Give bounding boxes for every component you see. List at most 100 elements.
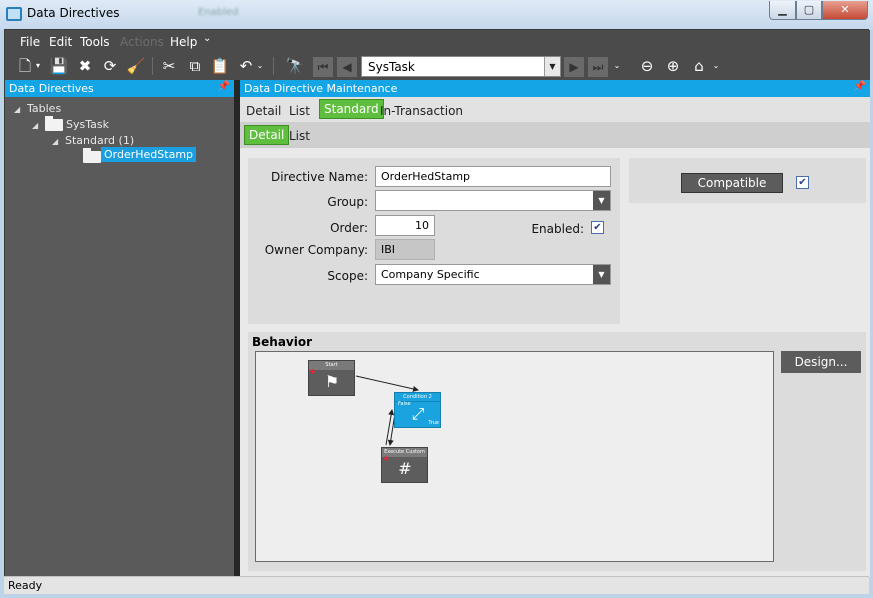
previous-record-icon[interactable]: ◀: [337, 57, 357, 77]
last-record-icon[interactable]: ⏭: [588, 57, 608, 77]
left-panel: Data Directives 📌 ◢ Tables ◢ SysTask ◢ S…: [5, 80, 234, 577]
enabled-checkbox[interactable]: ✔: [591, 221, 604, 234]
order-field[interactable]: 10: [375, 215, 435, 236]
expand-arrow-icon[interactable]: ◢: [52, 137, 58, 146]
status-text: Ready: [8, 579, 43, 592]
toolbar-separator: [273, 57, 274, 75]
first-record-icon[interactable]: ⏮: [313, 57, 333, 77]
directive-form: Directive Name: OrderHedStamp Group: ▼ O…: [248, 158, 620, 324]
subtab-detail[interactable]: Detail: [244, 125, 290, 145]
node-marker-icon: ✚: [383, 455, 389, 463]
paste-icon[interactable]: 📋: [210, 56, 230, 76]
compatible-card: Compatible ✔: [629, 158, 866, 203]
scope-dropdown[interactable]: Company Specific ▼: [375, 264, 611, 285]
toolbar-overflow-icon[interactable]: ⌄: [711, 56, 721, 76]
maximize-button[interactable]: ▢: [796, 1, 822, 20]
status-bar: Ready: [4, 576, 869, 594]
compatible-checkbox[interactable]: ✔: [796, 176, 809, 189]
design-button[interactable]: Design...: [781, 351, 861, 373]
right-panel-header: Data Directive Maintenance 📌: [240, 80, 870, 97]
menu-actions[interactable]: Actions: [120, 35, 164, 49]
undo-dropdown-icon[interactable]: ⌄: [255, 56, 265, 76]
expand-arrow-icon[interactable]: ◢: [14, 105, 20, 114]
directive-name-label: Directive Name:: [270, 170, 368, 184]
execute-node[interactable]: Execute Custom Co ✚ #: [381, 447, 428, 483]
record-nav-combo[interactable]: SysTask ▼: [361, 56, 561, 77]
right-panel-title: Data Directive Maintenance: [244, 82, 398, 95]
nav-overflow-icon[interactable]: ⌄: [612, 56, 622, 76]
chevron-down-icon[interactable]: ▼: [593, 191, 610, 210]
start-node[interactable]: Start ✚ ⚑: [308, 360, 355, 396]
clear-icon[interactable]: 🧹: [126, 56, 146, 76]
chevron-down-icon[interactable]: ▼: [544, 57, 560, 76]
close-button[interactable]: ✕: [822, 1, 868, 20]
scope-label: Scope:: [327, 269, 368, 283]
node-marker-icon: ✚: [310, 368, 316, 376]
pin-icon[interactable]: 📌: [218, 81, 230, 92]
sub-tabs: Detail List: [240, 122, 870, 148]
tab-detail[interactable]: Detail: [246, 104, 281, 118]
condition-arrow-icon: ⤢: [411, 404, 425, 423]
home-icon[interactable]: ⌂: [689, 56, 709, 76]
main-tabs: Detail List Standard In-Transaction: [240, 97, 870, 122]
refresh-icon[interactable]: ⟳: [100, 56, 120, 76]
menu-edit[interactable]: Edit: [49, 35, 72, 49]
tree-node-tables[interactable]: Tables: [27, 102, 61, 115]
owner-company-label: Owner Company:: [264, 243, 368, 257]
toolbar: 🗋 ▾ 💾 ✖ ⟳ 🧹 ✂ ⧉ 📋 ↶ ⌄ 🔭 ⏮ ◀ SysTask ▼ ▶ …: [5, 54, 870, 80]
forward-icon[interactable]: ⊕: [663, 56, 683, 76]
toolbar-separator: [152, 57, 153, 75]
next-record-icon[interactable]: ▶: [564, 57, 584, 77]
condition-node[interactable]: Condition 2 False ⤢ True: [394, 392, 441, 428]
menu-bar: File Edit Tools Actions Help ⌄: [5, 30, 870, 54]
behavior-card: Behavior Start ✚ ⚑ Condition 2 False ⤢ T…: [248, 332, 866, 571]
blurred-caption: Enabled: [198, 7, 239, 18]
copy-icon[interactable]: ⧉: [185, 56, 205, 76]
scope-value: Company Specific: [381, 268, 480, 281]
save-icon[interactable]: 💾: [49, 56, 69, 76]
menu-file[interactable]: File: [20, 35, 40, 49]
chevron-down-icon[interactable]: ▼: [593, 265, 610, 284]
app-body: File Edit Tools Actions Help ⌄ 🗋 ▾ 💾 ✖ ⟳…: [4, 29, 870, 594]
tree-node-orderhedstamp[interactable]: OrderHedStamp: [101, 147, 197, 162]
delete-icon[interactable]: ✖: [75, 56, 95, 76]
tab-list[interactable]: List: [289, 104, 310, 118]
minimize-button[interactable]: ▁: [769, 1, 796, 20]
workflow-canvas[interactable]: Start ✚ ⚑ Condition 2 False ⤢ True Execu…: [255, 351, 774, 562]
code-file-icon: #: [398, 459, 412, 478]
tree-node-standard[interactable]: Standard (1): [65, 134, 134, 147]
group-dropdown[interactable]: ▼: [375, 190, 611, 211]
folder-icon: [83, 148, 101, 163]
tab-in-transaction[interactable]: In-Transaction: [380, 104, 463, 118]
flag-icon: ⚑: [324, 372, 340, 391]
window-title: Data Directives: [27, 6, 120, 20]
search-icon[interactable]: 🔭: [285, 56, 305, 76]
tab-standard[interactable]: Standard: [319, 99, 384, 119]
pin-icon[interactable]: 📌: [854, 81, 866, 92]
condition-false-label: False: [398, 401, 411, 407]
compatible-button[interactable]: Compatible: [681, 173, 783, 193]
app-icon: [6, 7, 22, 21]
menu-help[interactable]: Help: [170, 35, 197, 49]
subtab-list[interactable]: List: [289, 129, 310, 143]
menu-tools[interactable]: Tools: [80, 35, 110, 49]
title-bar: Data Directives Enabled ▁ ▢ ✕: [0, 0, 873, 30]
left-panel-header: Data Directives 📌: [5, 80, 234, 97]
undo-icon[interactable]: ↶: [236, 56, 256, 76]
new-icon[interactable]: 🗋: [15, 56, 35, 76]
expand-arrow-icon[interactable]: ◢: [32, 121, 38, 130]
record-nav-value: SysTask: [368, 60, 415, 74]
folder-icon: [45, 116, 63, 131]
right-panel: Data Directive Maintenance 📌 Detail List…: [240, 80, 870, 577]
left-panel-title: Data Directives: [9, 82, 94, 95]
tree-node-systask[interactable]: SysTask: [66, 118, 109, 131]
condition-true-label: True: [428, 420, 439, 426]
group-label: Group:: [327, 195, 368, 209]
enabled-label: Enabled:: [531, 222, 584, 236]
order-label: Order:: [330, 221, 368, 235]
back-icon[interactable]: ⊖: [637, 56, 657, 76]
directive-name-field[interactable]: OrderHedStamp: [375, 166, 611, 187]
menu-overflow-icon[interactable]: ⌄: [203, 33, 211, 44]
cut-icon[interactable]: ✂: [159, 56, 179, 76]
new-dropdown-icon[interactable]: ▾: [33, 56, 43, 76]
